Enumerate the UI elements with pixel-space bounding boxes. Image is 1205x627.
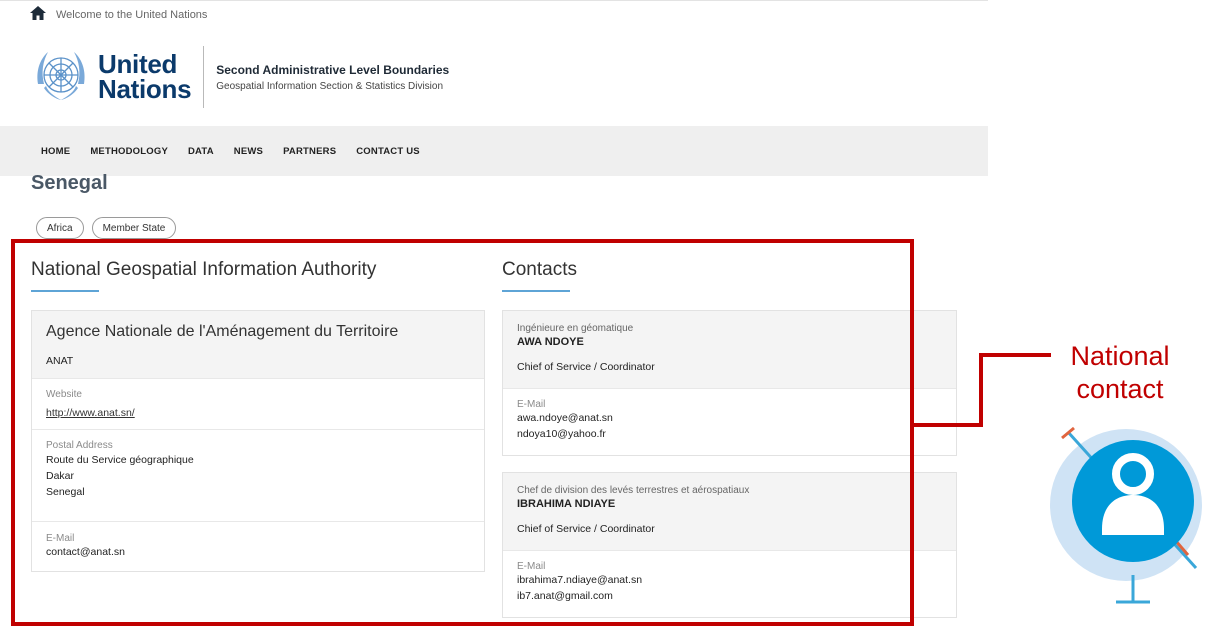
site-header: United Nations Second Administrative Lev…	[30, 46, 449, 108]
main-nav: HOME METHODOLOGY DATA NEWS PARTNERS CONT…	[0, 126, 988, 176]
nav-data[interactable]: DATA	[188, 146, 214, 157]
callout-connector	[979, 353, 983, 427]
un-emblem-icon[interactable]	[30, 44, 92, 111]
highlight-box	[11, 239, 914, 626]
site-title-block: Second Administrative Level Boundaries G…	[216, 63, 449, 92]
person-icon	[1046, 425, 1205, 610]
country-tags: Africa Member State	[36, 217, 177, 239]
welcome-link[interactable]: Welcome to the United Nations	[56, 9, 207, 21]
callout-connector	[914, 423, 981, 427]
nav-contact-us[interactable]: CONTACT US	[356, 146, 420, 157]
nav-news[interactable]: NEWS	[234, 146, 263, 157]
page-title: Senegal	[31, 172, 108, 194]
un-wordmark[interactable]: United Nations	[98, 51, 192, 102]
top-border	[0, 0, 988, 1]
nav-methodology[interactable]: METHODOLOGY	[90, 146, 168, 157]
callout-label: National contact	[1070, 341, 1170, 404]
nav-home[interactable]: HOME	[41, 146, 70, 157]
top-bar: Welcome to the United Nations	[30, 4, 207, 26]
nav-partners[interactable]: PARTNERS	[283, 146, 336, 157]
site-title: Second Administrative Level Boundaries	[216, 62, 450, 77]
tag-status[interactable]: Member State	[91, 217, 177, 239]
brand-divider	[203, 46, 205, 108]
site-subtitle: Geospatial Information Section & Statist…	[216, 80, 444, 92]
tag-region[interactable]: Africa	[36, 217, 84, 239]
home-icon[interactable]	[30, 5, 46, 25]
